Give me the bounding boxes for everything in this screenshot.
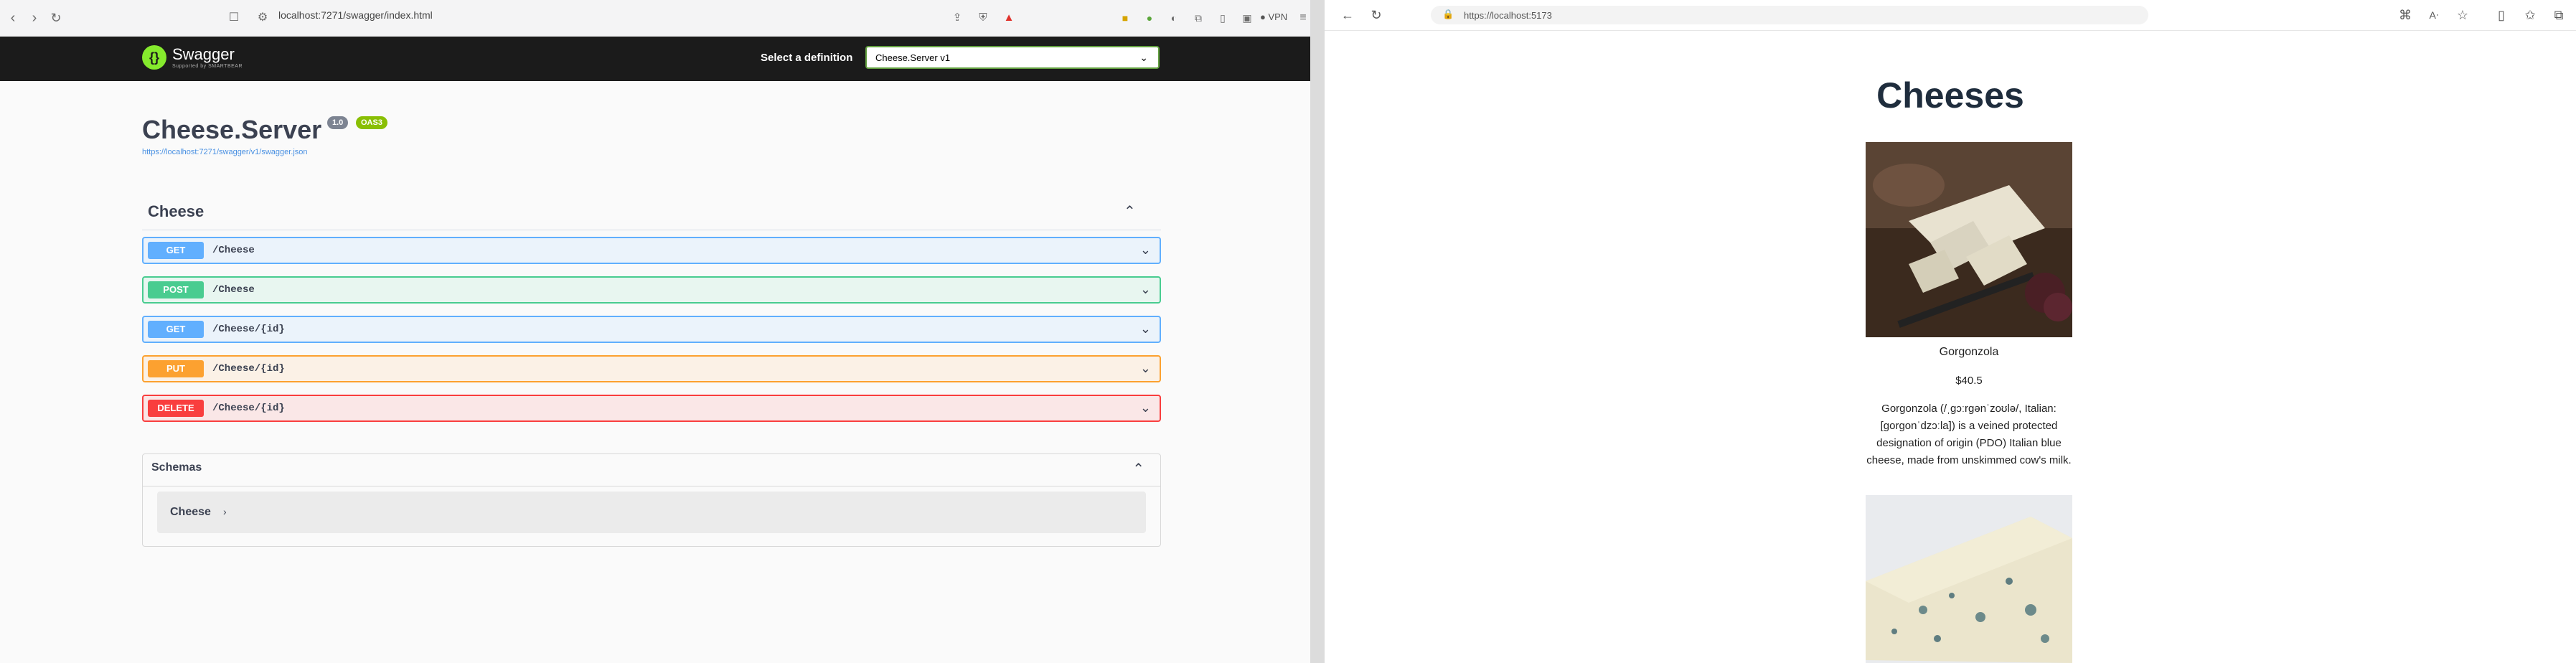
schemas-title[interactable]: Schemas (151, 461, 202, 474)
cheese-price: $40.5 (1955, 375, 1983, 387)
site-info-icon[interactable]: ⚙ (255, 11, 270, 25)
operation-path: /Cheese/{id} (212, 403, 285, 414)
lock-icon[interactable]: 🔒 (1442, 9, 1454, 20)
extension-icon[interactable]: ■ (1118, 11, 1132, 25)
address-bar[interactable]: localhost:7271/swagger/index.html (278, 9, 433, 21)
cheese-image-blue (1866, 495, 2072, 663)
cheese-image-gorgonzola (1866, 142, 2072, 337)
swagger-logo-subtitle: Supported by SMARTBEAR (172, 64, 243, 69)
spec-link[interactable]: https://localhost:7271/swagger/v1/swagge… (142, 148, 308, 156)
extensions-icon[interactable]: ⧉ (1191, 11, 1205, 25)
extension-icon[interactable]: ● (1142, 11, 1157, 25)
select-definition-label: Select a definition (761, 52, 853, 64)
schema-model-name: Cheese (170, 506, 211, 518)
vpn-label: VPN (1268, 11, 1288, 22)
sidebar-icon[interactable]: ▯ (1216, 11, 1230, 25)
swagger-logo-icon[interactable]: {} (142, 45, 166, 70)
chevron-up-icon[interactable]: ⌃ (1132, 460, 1144, 478)
operation-put[interactable]: PUT/Cheese/{id} ⌄ (142, 355, 1161, 382)
operation-post[interactable]: POST/Cheese ⌄ (142, 276, 1161, 304)
operation-path: /Cheese (212, 284, 255, 296)
wallet-icon[interactable]: ▣ (1240, 11, 1254, 25)
chevron-down-icon[interactable]: ⌄ (1140, 400, 1151, 415)
browser-toolbar: ‹ › ↻ ☐ ⚙ localhost:7271/swagger/index.h… (0, 0, 1310, 37)
address-bar[interactable]: 🔒 https://localhost:5173 (1431, 6, 2148, 24)
swagger-logo-text: Swagger (172, 45, 235, 63)
read-aloud-icon[interactable]: Aᐧ (2427, 8, 2441, 22)
operation-get[interactable]: GET/Cheese/{id} ⌄ (142, 316, 1161, 343)
method-badge: GET (148, 242, 204, 259)
shield-icon[interactable]: ⛨ (976, 11, 990, 25)
method-badge: POST (148, 281, 204, 298)
schemas-section: Schemas ⌃ Cheese › (142, 453, 1161, 547)
page-title: Cheeses (1876, 75, 2024, 116)
chevron-down-icon[interactable]: ⌄ (1140, 321, 1151, 337)
api-title: Cheese.Server (142, 115, 322, 144)
app-available-icon[interactable]: ⌘ (2398, 8, 2412, 22)
cheese-name: Gorgonzola (1939, 346, 1999, 358)
chevron-down-icon[interactable]: ⌄ (1140, 243, 1151, 258)
menu-icon[interactable]: ≡ (1296, 11, 1310, 25)
forward-icon[interactable]: › (27, 11, 42, 25)
definition-select-value: Cheese.Server v1 (875, 52, 951, 63)
favorites-icon[interactable]: ✩ (2523, 8, 2537, 22)
version-badge: 1.0 (327, 116, 349, 129)
schema-model-cheese[interactable]: Cheese › (157, 492, 1146, 533)
favorite-icon[interactable]: ☆ (2455, 8, 2470, 22)
swagger-browser-window: ‹ › ↻ ☐ ⚙ localhost:7271/swagger/index.h… (0, 0, 1310, 663)
warning-icon[interactable]: ▲ (1002, 11, 1016, 25)
share-icon[interactable]: ⇪ (950, 11, 964, 25)
operation-path: /Cheese/{id} (212, 363, 285, 375)
operation-path: /Cheese/{id} (212, 324, 285, 335)
reload-icon[interactable]: ↻ (49, 11, 63, 25)
vpn-button[interactable]: ● VPN (1260, 11, 1287, 22)
extension-icon[interactable]: ◐ (1167, 11, 1181, 25)
method-badge: PUT (148, 360, 204, 377)
operation-get[interactable]: GET/Cheese ⌄ (142, 237, 1161, 264)
chevron-down-icon: ⌄ (1139, 52, 1148, 63)
browser-toolbar: ← ↻ 🔒 https://localhost:5173 ⌘ Aᐧ ☆ ▯ ✩ … (1325, 0, 2576, 31)
window-divider[interactable] (1310, 0, 1325, 663)
operation-delete[interactable]: DELETE/Cheese/{id} ⌄ (142, 395, 1161, 422)
method-badge: GET (148, 321, 204, 338)
reload-icon[interactable]: ↻ (1369, 8, 1383, 22)
collections-icon[interactable]: ⧉ (2552, 8, 2566, 22)
back-icon[interactable]: ← (1340, 8, 1355, 22)
definition-select[interactable]: Cheese.Server v1 ⌄ (865, 46, 1160, 69)
operation-path: /Cheese (212, 245, 255, 256)
split-screen-icon[interactable]: ▯ (2494, 8, 2509, 22)
frontend-browser-window: ← ↻ 🔒 https://localhost:5173 ⌘ Aᐧ ☆ ▯ ✩ … (1325, 0, 2576, 663)
method-badge: DELETE (148, 400, 204, 417)
chevron-right-icon: › (223, 506, 227, 517)
cheese-description: Gorgonzola (/ˌɡɔːrɡənˈzoʊlə/, Italian: [… (1866, 403, 2072, 466)
back-icon[interactable]: ‹ (6, 11, 20, 25)
chevron-down-icon[interactable]: ⌄ (1140, 282, 1151, 297)
chevron-down-icon[interactable]: ⌄ (1140, 361, 1151, 376)
chevron-up-icon[interactable]: ⌃ (1124, 202, 1136, 220)
swagger-topbar: {} Swagger Supported by SMARTBEAR Select… (0, 37, 1310, 81)
tag-cheese-title[interactable]: Cheese (148, 202, 204, 221)
bookmark-icon[interactable]: ☐ (227, 11, 241, 25)
oas-badge: OAS3 (356, 116, 387, 129)
address-bar-url: https://localhost:5173 (1464, 10, 1552, 21)
